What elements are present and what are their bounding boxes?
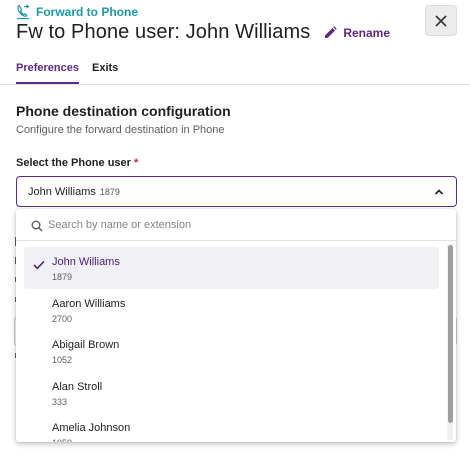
rename-label: Rename — [343, 25, 391, 40]
tab-exits[interactable]: Exits — [92, 62, 118, 84]
user-option-extension: 1052 — [52, 355, 73, 365]
phone-user-label: Select the Phone user * — [16, 157, 138, 169]
user-option-extension: 1879 — [52, 272, 73, 282]
pencil-icon — [325, 26, 338, 38]
user-option-name: Aaron Williams — [52, 297, 126, 310]
rename-button[interactable]: Rename — [324, 26, 390, 40]
user-option[interactable]: Amelia Johnson 1050 — [24, 413, 439, 442]
user-option-extension: 1050 — [52, 438, 72, 442]
phone-user-dropdown: John Williams 1879 Aaron Williams 2700 A… — [16, 209, 456, 442]
search-icon — [31, 220, 43, 232]
tab-preferences[interactable]: Preferences — [16, 62, 79, 84]
user-option[interactable]: John Williams 1879 — [24, 247, 439, 289]
user-option-extension: 2700 — [52, 313, 73, 324]
user-option[interactable]: Abigail Brown 1052 — [24, 330, 439, 372]
tabs-divider — [0, 84, 470, 85]
user-options-list: John Williams 1879 Aaron Williams 2700 A… — [16, 247, 456, 442]
user-option-name: Amelia Johnson — [52, 422, 131, 434]
page-title: Fw to Phone user: John Williams — [16, 21, 311, 43]
user-option-name: John Williams — [52, 256, 120, 268]
phone-user-label-text: Select the Phone user — [16, 157, 131, 169]
dropdown-search-row — [16, 209, 456, 241]
user-option-extension: 333 — [52, 396, 68, 407]
tab-bar: Preferences Exits — [16, 62, 118, 84]
section-subtitle: Configure the forward destination in Pho… — [16, 124, 225, 136]
section-title: Phone destination configuration — [16, 103, 231, 119]
selected-user-extension: 1879 — [99, 186, 120, 197]
title-row: Fw to Phone user: John Williams Rename — [16, 21, 390, 44]
dropdown-scrollbar-thumb[interactable] — [448, 245, 453, 423]
user-option[interactable]: Aaron Williams 2700 — [24, 289, 439, 331]
user-option-name: Abigail Brown — [52, 339, 120, 351]
user-option-name: Alan Stroll — [52, 380, 103, 393]
breadcrumb[interactable]: Forward to Phone — [16, 4, 138, 20]
phone-user-select[interactable]: John Williams 1879 — [16, 176, 457, 207]
required-mark: * — [133, 157, 139, 169]
close-button[interactable] — [425, 5, 457, 36]
user-option[interactable]: Alan Stroll 333 — [24, 372, 439, 414]
user-search-input[interactable] — [48, 216, 428, 234]
breadcrumb-label[interactable]: Forward to Phone — [36, 5, 138, 19]
forward-call-icon — [16, 4, 30, 20]
close-icon — [435, 14, 447, 27]
check-icon — [33, 260, 45, 270]
selected-user-name: John Williams — [28, 185, 96, 198]
chevron-up-icon — [434, 189, 444, 195]
